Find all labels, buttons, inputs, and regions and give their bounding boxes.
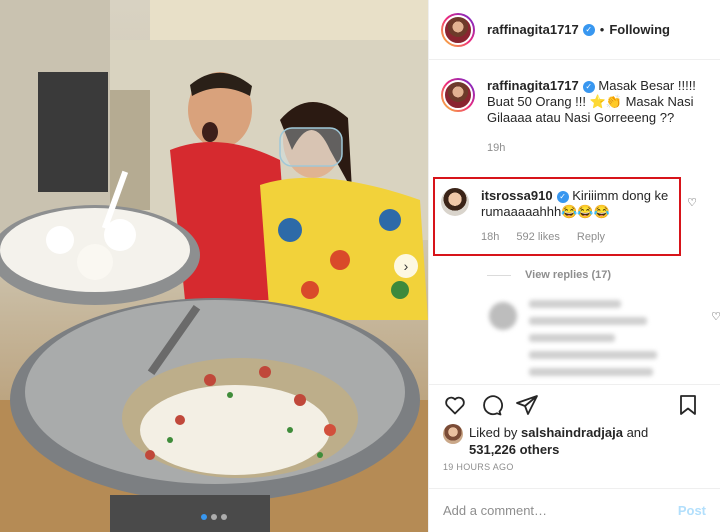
post-sidebar: raffinagita1717 ✓ • Following raffinagit… — [428, 0, 720, 532]
post-comment-button[interactable]: Post — [678, 503, 706, 518]
carousel-dot — [201, 514, 207, 520]
post-timestamp[interactable]: 19 HOURS AGO — [443, 462, 514, 472]
comment-input[interactable] — [443, 503, 678, 518]
liked-by-user[interactable]: salshaindradjaja — [521, 425, 623, 440]
photo-illustration — [0, 0, 428, 532]
comment-likes[interactable]: 592 likes — [516, 231, 559, 243]
replies-divider — [487, 274, 511, 276]
caption-avatar[interactable] — [441, 78, 475, 112]
liked-by-and: and — [626, 425, 649, 440]
commenter-avatar[interactable] — [441, 188, 469, 216]
comment-time[interactable]: 18h — [481, 231, 499, 243]
view-replies-label: View replies (17) — [525, 269, 612, 281]
carousel-dot — [221, 514, 227, 520]
blurred-avatar — [489, 302, 517, 330]
heart-icon[interactable] — [443, 393, 467, 417]
comment-icon[interactable] — [479, 393, 503, 417]
verified-badge-icon: ✓ — [556, 191, 569, 203]
action-bar — [429, 384, 720, 424]
post-photo[interactable]: › — [0, 0, 428, 532]
caption-time[interactable]: 19h — [487, 142, 505, 154]
header-separator: • — [599, 22, 605, 37]
verified-badge-icon: ✓ — [582, 23, 595, 36]
comments-section[interactable]: raffinagita1717 ✓ Masak Besar !!!!! Buat … — [429, 60, 720, 384]
paper-plane-icon[interactable] — [515, 393, 539, 417]
following-button[interactable]: Following — [609, 22, 670, 37]
commenter-username[interactable]: itsrossa910 — [481, 188, 553, 203]
add-comment-bar: Post — [429, 488, 720, 532]
bookmark-icon[interactable] — [676, 393, 700, 417]
caption: raffinagita1717 ✓ Masak Besar !!!!! Buat … — [429, 60, 720, 156]
carousel-indicator — [0, 514, 428, 520]
carousel-next-button[interactable]: › — [394, 254, 418, 278]
comment-item: itsrossa910 ✓ Kiriiimm dong ke rumaaaaahh… — [441, 188, 711, 245]
view-replies-button[interactable]: View replies (17) — [487, 269, 611, 281]
carousel-dot — [211, 514, 217, 520]
liked-by-prefix: Liked by — [469, 425, 518, 440]
likes-count-others[interactable]: 531,226 others — [469, 442, 559, 457]
caption-username[interactable]: raffinagita1717 — [487, 78, 579, 93]
author-username[interactable]: raffinagita1717 — [487, 22, 579, 37]
post-header: raffinagita1717 ✓ • Following — [429, 0, 720, 60]
likes-summary: Liked by salshaindradjaja and 531,226 ot… — [443, 424, 708, 458]
reply-button[interactable]: Reply — [577, 231, 605, 243]
heart-icon[interactable]: ♡ — [711, 310, 720, 323]
blurred-text — [529, 300, 657, 384]
verified-badge-icon: ✓ — [582, 81, 595, 93]
author-avatar[interactable] — [441, 12, 475, 47]
heart-icon[interactable]: ♡ — [687, 196, 697, 209]
liker-avatar[interactable] — [443, 424, 463, 444]
chevron-right-icon: › — [403, 258, 409, 274]
